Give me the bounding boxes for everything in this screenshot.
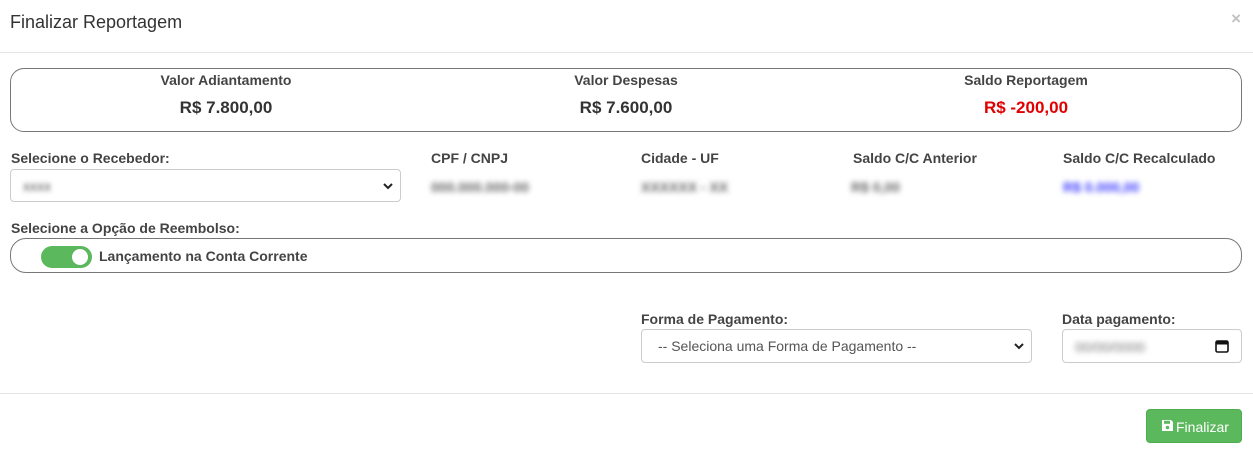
prev-balance-value: R$ 0,00 bbox=[851, 179, 901, 195]
finalize-button[interactable]: Finalizar bbox=[1146, 409, 1242, 443]
receiver-selected: xxxx bbox=[23, 177, 51, 194]
footer-divider bbox=[0, 393, 1253, 394]
finalize-label: Finalizar bbox=[1176, 419, 1229, 435]
recalc-balance-value[interactable]: R$ 0.000,00 bbox=[1063, 179, 1139, 195]
advance-value: R$ 7.800,00 bbox=[179, 98, 273, 117]
balance-summary: Saldo Reportagem R$ -200,00 bbox=[821, 69, 1231, 118]
recalc-balance-label: Saldo C/C Recalculado bbox=[1063, 150, 1216, 166]
payment-date-label: Data pagamento: bbox=[1062, 311, 1176, 327]
receiver-select[interactable]: xxxx bbox=[10, 169, 401, 202]
city-label: Cidade - UF bbox=[641, 150, 719, 166]
balance-label: Saldo Reportagem bbox=[964, 72, 1088, 88]
modal-header: Finalizar Reportagem × bbox=[0, 0, 1253, 53]
advance-label: Valor Adiantamento bbox=[160, 72, 292, 88]
refund-option-label: Lançamento na Conta Corrente bbox=[99, 248, 308, 264]
toggle-knob bbox=[72, 249, 88, 265]
refund-option-panel: Lançamento na Conta Corrente bbox=[10, 238, 1242, 273]
calendar-icon[interactable] bbox=[1215, 339, 1229, 353]
city-value: XXXXXX - XX bbox=[641, 179, 729, 195]
refund-toggle[interactable] bbox=[41, 246, 92, 268]
payment-method-selected: -- Seleciona uma Forma de Pagamento -- bbox=[658, 338, 917, 354]
chevron-down-icon bbox=[1014, 343, 1024, 350]
expenses-summary: Valor Despesas R$ 7.600,00 bbox=[421, 69, 831, 118]
receiver-label: Selecione o Recebedor: bbox=[11, 150, 170, 166]
advance-summary: Valor Adiantamento R$ 7.800,00 bbox=[21, 69, 431, 118]
payment-date-input[interactable]: 00/00/0000 bbox=[1062, 329, 1242, 363]
cpf-value: 000.000.000-00 bbox=[431, 179, 530, 195]
expenses-label: Valor Despesas bbox=[574, 72, 678, 88]
balance-value: R$ -200,00 bbox=[983, 98, 1069, 117]
close-icon[interactable]: × bbox=[1231, 10, 1241, 27]
save-icon bbox=[1162, 420, 1173, 431]
modal-title: Finalizar Reportagem bbox=[10, 12, 183, 32]
prev-balance-label: Saldo C/C Anterior bbox=[853, 150, 977, 166]
payment-date-value: 00/00/0000 bbox=[1075, 339, 1146, 355]
payment-method-select[interactable]: -- Seleciona uma Forma de Pagamento -- bbox=[641, 329, 1032, 363]
chevron-down-icon bbox=[383, 182, 393, 189]
refund-label: Selecione a Opção de Reembolso: bbox=[11, 220, 240, 236]
expenses-value: R$ 7.600,00 bbox=[579, 98, 673, 117]
cpf-label: CPF / CNPJ bbox=[431, 150, 509, 166]
summary-panel: Valor Adiantamento R$ 7.800,00 Valor Des… bbox=[10, 68, 1242, 132]
payment-method-label: Forma de Pagamento: bbox=[641, 311, 789, 327]
